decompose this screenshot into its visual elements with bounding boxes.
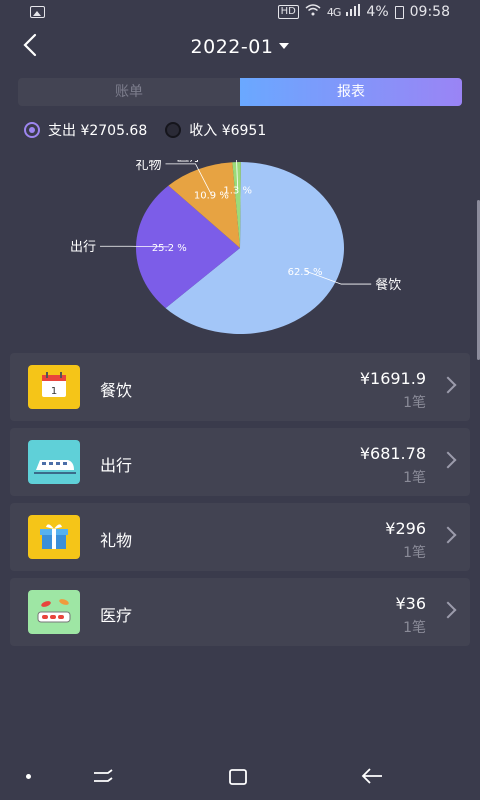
- category-row-dining[interactable]: 1 餐饮 ¥1691.9 1笔: [10, 353, 470, 421]
- gallery-icon: [30, 6, 45, 18]
- tab-bill[interactable]: 账单: [18, 78, 240, 106]
- category-name: 礼物: [100, 531, 133, 550]
- pie-leader-line-1: [100, 245, 170, 248]
- category-count: 1笔: [403, 470, 426, 486]
- dropdown-caret-icon: [279, 43, 290, 49]
- category-row-gift[interactable]: 礼物 ¥296 1笔: [10, 503, 470, 571]
- chevron-right-icon: [439, 451, 457, 469]
- month-label: 2022-01: [190, 36, 274, 58]
- category-amount: ¥296: [385, 519, 426, 538]
- category-name: 出行: [100, 456, 133, 475]
- wifi-icon: [305, 4, 321, 20]
- category-name: 医疗: [100, 606, 133, 625]
- top-nav: 2022-01: [0, 28, 480, 68]
- back-nav-icon[interactable]: [360, 766, 384, 786]
- category-amount: ¥36: [395, 594, 426, 613]
- tab-report[interactable]: 报表: [240, 78, 462, 106]
- chevron-right-icon: [439, 601, 457, 619]
- radio-checked-icon: [24, 122, 40, 138]
- category-count: 1笔: [403, 395, 426, 411]
- clock: 09:58: [409, 4, 450, 20]
- category-row-medical[interactable]: 医疗 ¥36 1笔: [10, 578, 470, 646]
- category-name: 餐饮: [100, 381, 133, 400]
- pie-category-label-2: 礼物: [135, 160, 161, 173]
- status-right: HD 4G 4% 09:58: [277, 4, 450, 20]
- category-count: 1笔: [403, 545, 426, 561]
- system-nav-bar: [0, 752, 480, 800]
- medicine-icon: [28, 590, 80, 634]
- gift-icon: [28, 515, 80, 559]
- expense-pie-chart: 62.5 %餐饮25.2 %出行10.9 %礼物1.3 %医疗: [70, 160, 401, 334]
- recent-apps-icon[interactable]: [92, 768, 114, 786]
- status-bar: HD 4G 4% 09:58: [0, 0, 480, 26]
- chevron-right-icon: [439, 376, 457, 394]
- pie-category-label-1: 出行: [70, 240, 96, 255]
- pie-category-label-3: 医疗: [176, 160, 202, 165]
- category-list: 1 餐饮 ¥1691.9 1笔 出行 ¥681.78 1笔 礼物 ¥296 1笔…: [10, 353, 470, 653]
- expense-radio[interactable]: 支出 ¥2705.68: [24, 120, 147, 140]
- category-amount: ¥681.78: [359, 444, 426, 463]
- hd-badge: HD: [277, 5, 299, 19]
- month-selector[interactable]: 2022-01: [0, 36, 480, 58]
- radio-unchecked-icon: [165, 122, 182, 138]
- category-count: 1笔: [403, 620, 426, 636]
- category-row-travel[interactable]: 出行 ¥681.78 1笔: [10, 428, 470, 496]
- signal-bars-icon: [346, 4, 361, 20]
- pie-category-label-0: 餐饮: [375, 277, 401, 293]
- expense-label: 支出 ¥2705.68: [48, 123, 148, 139]
- battery-percent: 4%: [366, 4, 389, 20]
- pie-percent-label-1: 25.2 %: [152, 243, 187, 254]
- battery-icon: [394, 5, 404, 19]
- home-icon[interactable]: [228, 768, 248, 786]
- calendar-icon: 1: [28, 365, 80, 409]
- chevron-right-icon: [439, 526, 457, 544]
- signal-icon: 4G: [326, 5, 341, 19]
- category-amount: ¥1691.9: [359, 369, 426, 388]
- income-radio[interactable]: 收入 ¥6951: [165, 120, 266, 140]
- view-tabs: 账单 报表: [18, 78, 462, 106]
- dot-indicator-icon: [26, 774, 31, 779]
- pie-percent-label-0: 62.5 %: [288, 267, 323, 278]
- svg-text:1: 1: [51, 386, 57, 397]
- train-icon: [28, 440, 80, 484]
- income-label: 收入 ¥6951: [189, 123, 267, 139]
- type-switch: 支出 ¥2705.68 收入 ¥6951: [24, 118, 284, 142]
